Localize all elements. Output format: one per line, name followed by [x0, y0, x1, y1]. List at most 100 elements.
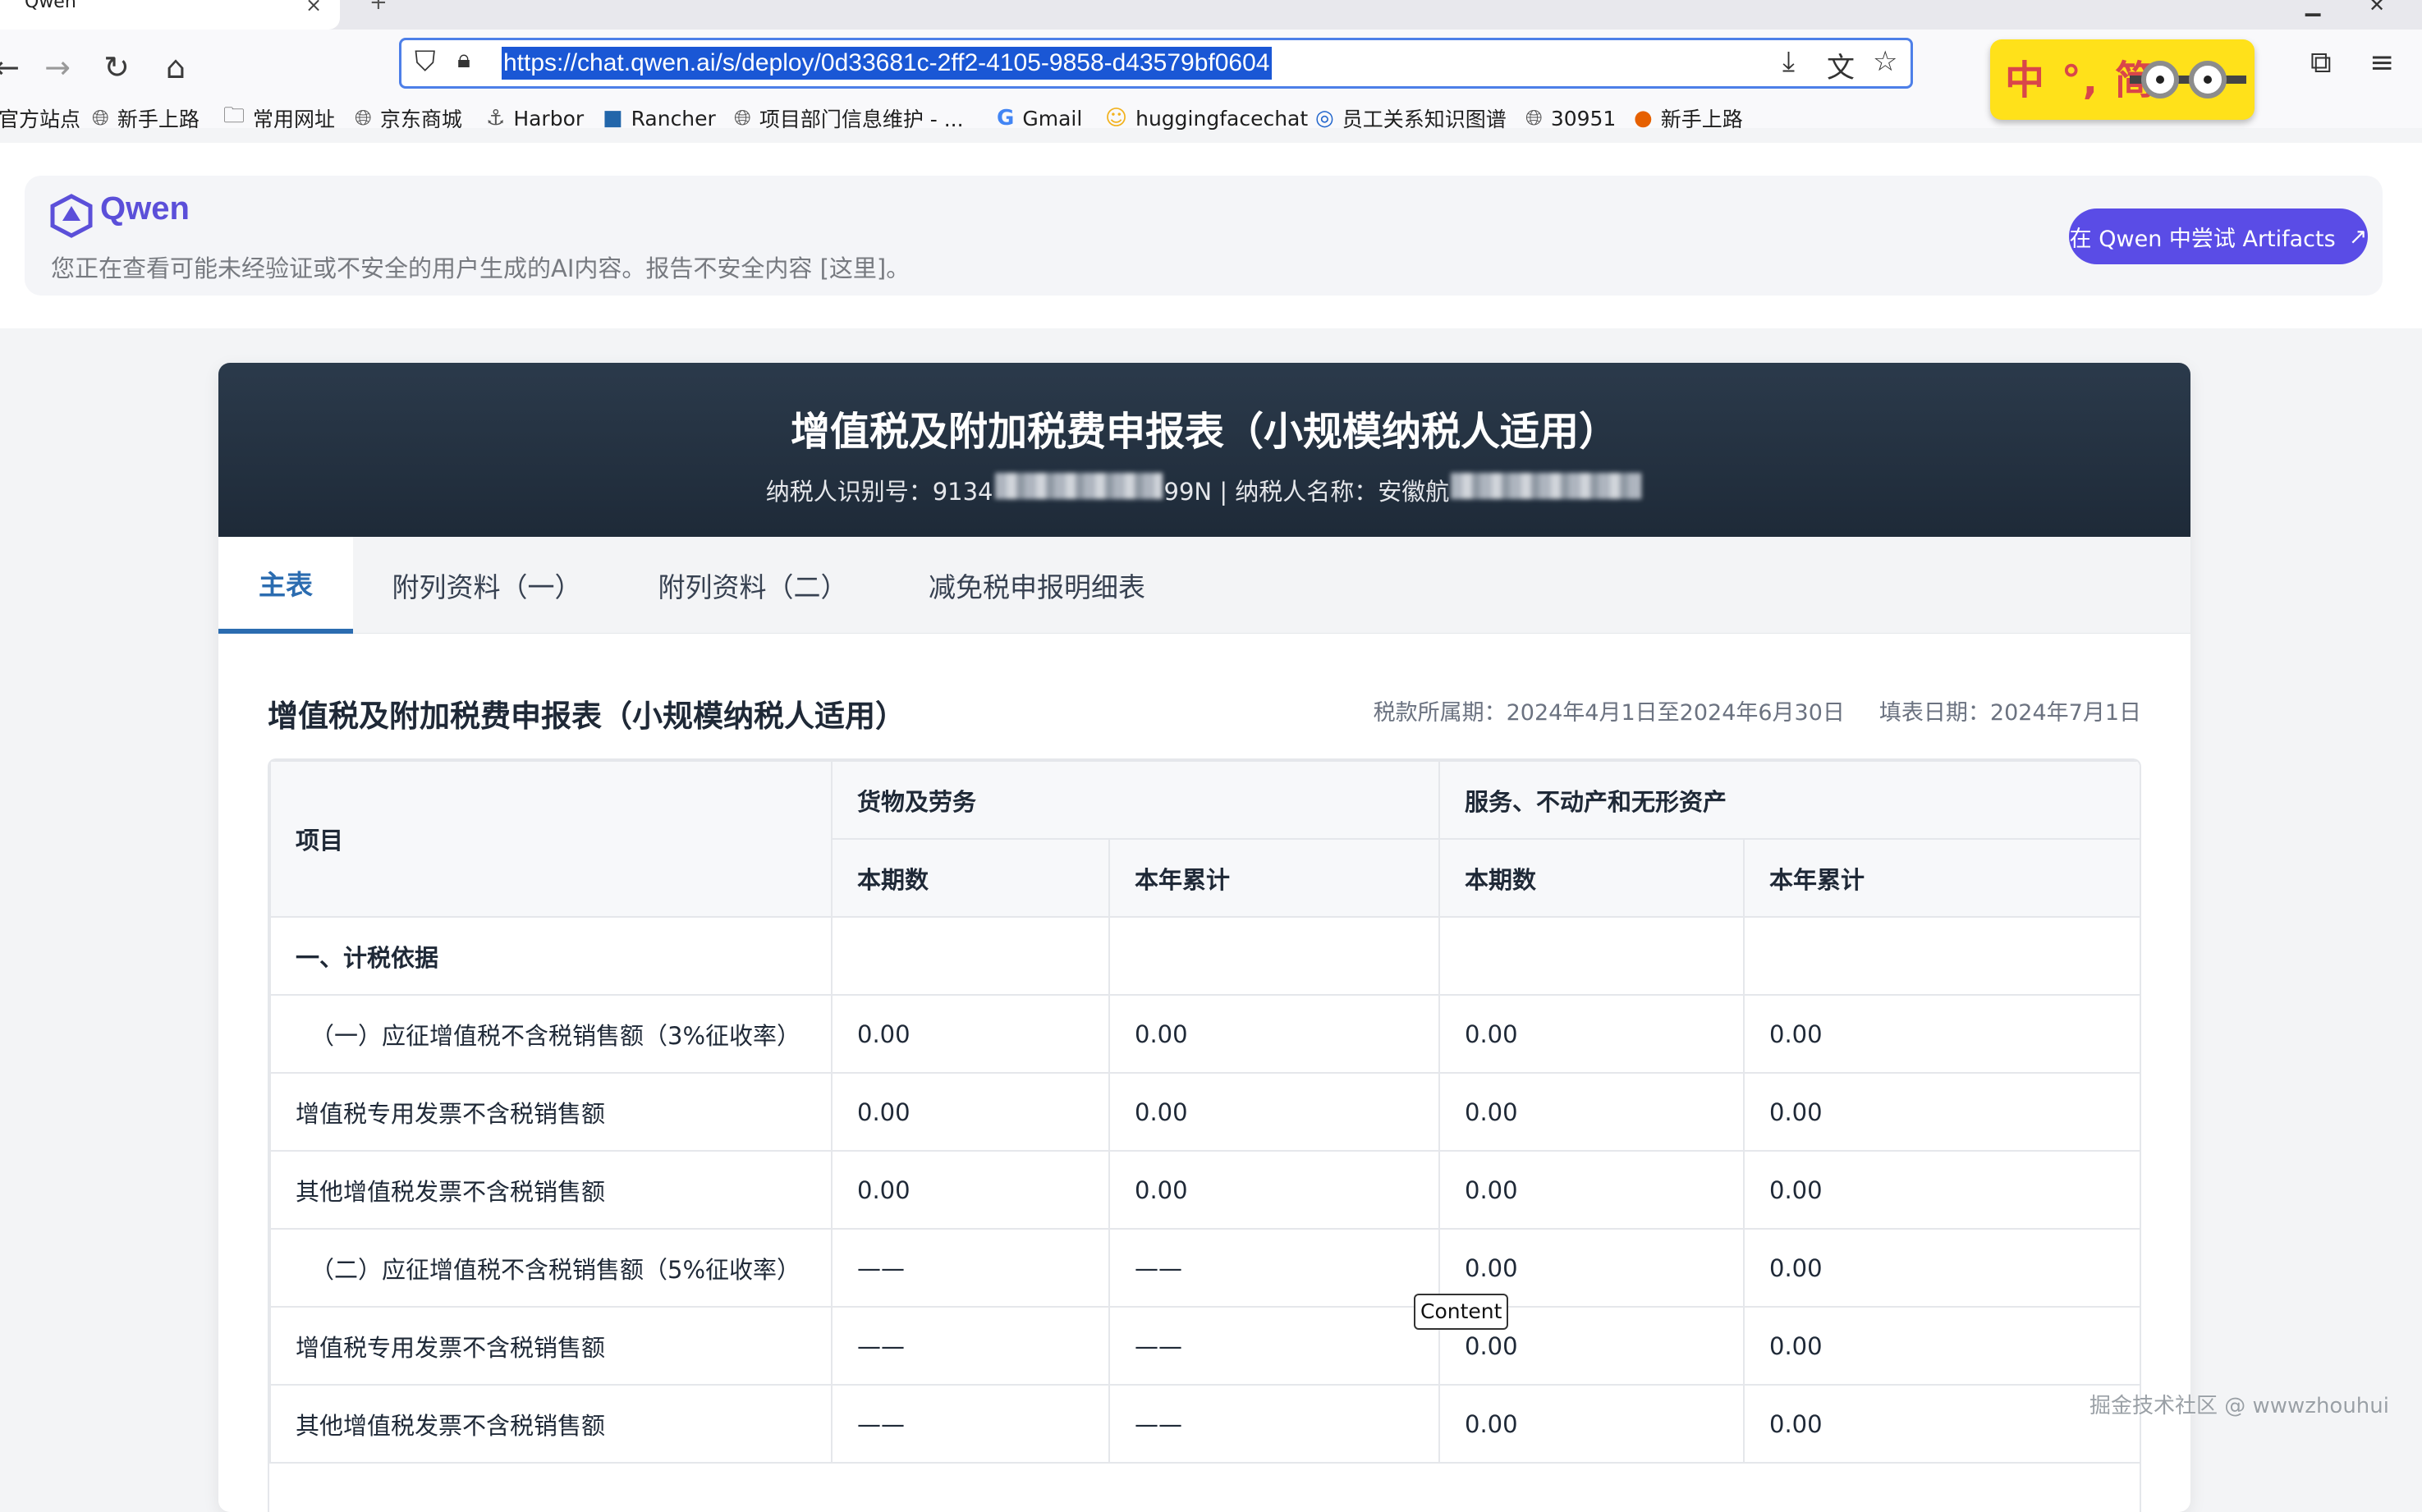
home-icon[interactable]: ⌂ [153, 44, 199, 90]
bookmark-folder[interactable]: 🗀 常用网址 [223, 102, 335, 135]
huggingface-icon: ☺ [1105, 106, 1128, 131]
table-row: 其他增值税发票不含税销售额 —— —— 0.00 0.00 [269, 1384, 2140, 1464]
globe-icon: 🌐︎ [355, 105, 372, 131]
declaration-table: 项目 货物及劳务 服务、不动产和无形资产 本期数 本年累计 本期数 本年累计 一… [269, 760, 2140, 1464]
value-cell: —— [831, 1384, 1110, 1464]
try-artifacts-button[interactable]: 在 Qwen 中尝试 Artifacts ↗ [2069, 208, 2368, 264]
value-cell: 0.00 [1108, 1072, 1441, 1152]
watermark: 掘金技术社区 @ wwwzhouhui [2089, 1394, 2389, 1418]
forward-icon[interactable]: → [34, 44, 80, 90]
header-year-to-date: 本年累计 [1108, 838, 1441, 918]
folder-icon: 🗀 [223, 103, 245, 128]
bookmark-item[interactable]: 🌐︎ 新手上路 [92, 102, 200, 135]
qwen-banner-container: Qwen 您正在查看可能未经验证或不安全的用户生成的AI内容。报告不安全内容 [… [0, 143, 2422, 328]
bookmark-item[interactable]: 🌐︎ 项目部门信息维护 - ... [734, 102, 964, 135]
value-cell: 0.00 [1743, 1072, 2140, 1152]
header-year-to-date: 本年累计 [1743, 838, 2140, 918]
row-label: 增值税专用发票不含税销售额 [269, 1306, 833, 1386]
close-tab-icon[interactable]: × [305, 0, 322, 16]
tab-main[interactable]: 主表 [218, 537, 353, 634]
bookmark-item[interactable]: ■ Rancher [603, 102, 716, 135]
value-cell: —— [1108, 1384, 1441, 1464]
browser-tab[interactable]: Qwen × [0, 0, 340, 30]
tab-tax-reduction-detail[interactable]: 减免税申报明细表 [885, 537, 1189, 634]
globe-icon: 🌐︎ [92, 105, 109, 131]
value-cell: 0.00 [1743, 1306, 2140, 1386]
taxpayer-name-label: 99N | 纳税人名称：安徽航 [1163, 478, 1450, 506]
header-goods-services: 货物及劳务 [830, 760, 1441, 840]
url-text[interactable]: https://chat.qwen.ai/s/deploy/0d33681c-2… [502, 47, 1272, 80]
row-label: 其他增值税发票不含税销售额 [269, 1150, 833, 1230]
table-row: （二）应征增值税不含税销售额（5%征收率） —— —— 0.00 0.00 [269, 1228, 2140, 1308]
value-cell: 0.00 [1743, 1150, 2140, 1230]
download-page-icon[interactable]: ⤓ [1782, 45, 1795, 78]
form-header: 增值税及附加税费申报表（小规模纳税人适用） 纳税人识别号：9134 99N | … [218, 363, 2190, 537]
bookmark-item[interactable]: ⚓︎ Harbor [486, 102, 584, 135]
url-bar[interactable]: ⛉ 🔒︎ https://chat.qwen.ai/s/deploy/0d336… [399, 38, 1913, 89]
value-cell: —— [831, 1228, 1110, 1308]
redacted-name [1451, 473, 1642, 499]
extensions-icon[interactable]: ⧉ [2310, 46, 2332, 80]
table-row: 增值税专用发票不含税销售额 0.00 0.00 0.00 0.00 [269, 1072, 2140, 1152]
goggles-icon [2130, 61, 2246, 99]
bookmark-item[interactable]: 🌐︎ 京东商城 [355, 102, 462, 135]
google-icon: G [997, 106, 1015, 131]
back-icon[interactable]: ← [0, 44, 30, 90]
table-row: 增值税专用发票不含税销售额 —— —— 0.00 0.00 [269, 1306, 2140, 1386]
qwen-brand: Qwen [100, 190, 190, 227]
bookmark-item[interactable]: 🌐︎ 30951 [1525, 102, 1616, 135]
value-cell: 0.00 [1743, 994, 2140, 1074]
page-content: Qwen 您正在查看可能未经验证或不安全的用户生成的AI内容。报告不安全内容 [… [0, 143, 2422, 1512]
value-cell: 0.00 [1438, 1072, 1745, 1152]
bookmark-item[interactable]: G Gmail [997, 102, 1082, 135]
window-close-icon[interactable]: ✕ [2369, 0, 2385, 16]
value-cell: 0.00 [1108, 994, 1441, 1074]
value-cell [1743, 916, 2140, 996]
value-cell: 0.00 [1438, 1150, 1745, 1230]
safety-note: 您正在查看可能未经验证或不安全的用户生成的AI内容。报告不安全内容 [这里]。 [51, 254, 911, 282]
bookmark-item[interactable]: 官方站点 [0, 102, 80, 135]
tab-attachment-1[interactable]: 附列资料（一） [353, 537, 621, 634]
row-label: （二）应征增值税不含税销售额（5%征收率） [269, 1228, 833, 1308]
table-body: 一、计税依据 （一）应征增值税不含税销售额（3%征收率） 0.00 0.00 0.00 0… [269, 916, 2140, 1464]
row-label: 增值税专用发票不含税销售额 [269, 1072, 833, 1152]
row-label: 其他增值税发票不含税销售额 [269, 1384, 833, 1464]
table-row: （一）应征增值税不含税销售额（3%征收率） 0.00 0.00 0.00 0.00 [269, 994, 2140, 1074]
header-item: 项目 [269, 760, 833, 918]
shield-icon[interactable]: ⛉ [415, 45, 436, 78]
table-row: 其他增值税发票不含税销售额 0.00 0.00 0.00 0.00 [269, 1150, 2140, 1230]
bookmark-item[interactable]: ◎ 员工关系知识图谱 [1315, 102, 1507, 135]
value-cell: 0.00 [831, 994, 1110, 1074]
bookmark-item[interactable]: ● 新手上路 [1634, 102, 1743, 135]
tab-attachment-2[interactable]: 附列资料（二） [621, 537, 885, 634]
row-label: （一）应征增值税不含税销售额（3%征收率） [269, 994, 833, 1074]
value-cell: 0.00 [1743, 1228, 2140, 1308]
reload-icon[interactable]: ↻ [94, 44, 140, 90]
value-cell [1108, 916, 1441, 996]
header-current-period: 本期数 [831, 838, 1110, 918]
lock-icon[interactable]: 🔒︎ [457, 45, 470, 74]
new-tab-button[interactable]: + [369, 0, 388, 15]
try-artifacts-label: 在 Qwen 中尝试 Artifacts [2069, 226, 2336, 252]
value-cell: —— [1108, 1228, 1441, 1308]
value-cell: 0.00 [831, 1072, 1110, 1152]
bookmark-item[interactable]: ☺ huggingfacechat [1105, 102, 1308, 135]
fill-date: 填表日期：2024年7月1日 [1878, 700, 2141, 726]
header-current-period: 本期数 [1438, 838, 1745, 918]
globe-icon: 🌐︎ [734, 105, 751, 131]
rancher-icon: ■ [603, 106, 623, 131]
bookmark-star-icon[interactable]: ☆ [1873, 45, 1897, 78]
period-info: 税款所属期：2024年4月1日至2024年6月30日 填表日期：2024年7月1日 [1374, 694, 2141, 726]
translate-icon[interactable]: 文 [1827, 45, 1855, 85]
value-cell [831, 916, 1110, 996]
redacted-id [994, 473, 1163, 499]
section-title: 增值税及附加税费申报表（小规模纳税人适用） [268, 699, 906, 734]
tooltip: Content [1414, 1294, 1509, 1330]
browser-tab-title: Qwen [25, 0, 76, 12]
minimize-icon[interactable]: ▁ [2305, 0, 2320, 16]
value-cell: 0.00 [831, 1150, 1110, 1230]
tax-period: 税款所属期：2024年4月1日至2024年6月30日 [1373, 700, 1845, 726]
arrow-up-right-icon: ↗ [2348, 223, 2368, 250]
taxpayer-id-label: 纳税人识别号：9134 [765, 478, 993, 506]
menu-icon[interactable]: ≡ [2369, 46, 2394, 80]
